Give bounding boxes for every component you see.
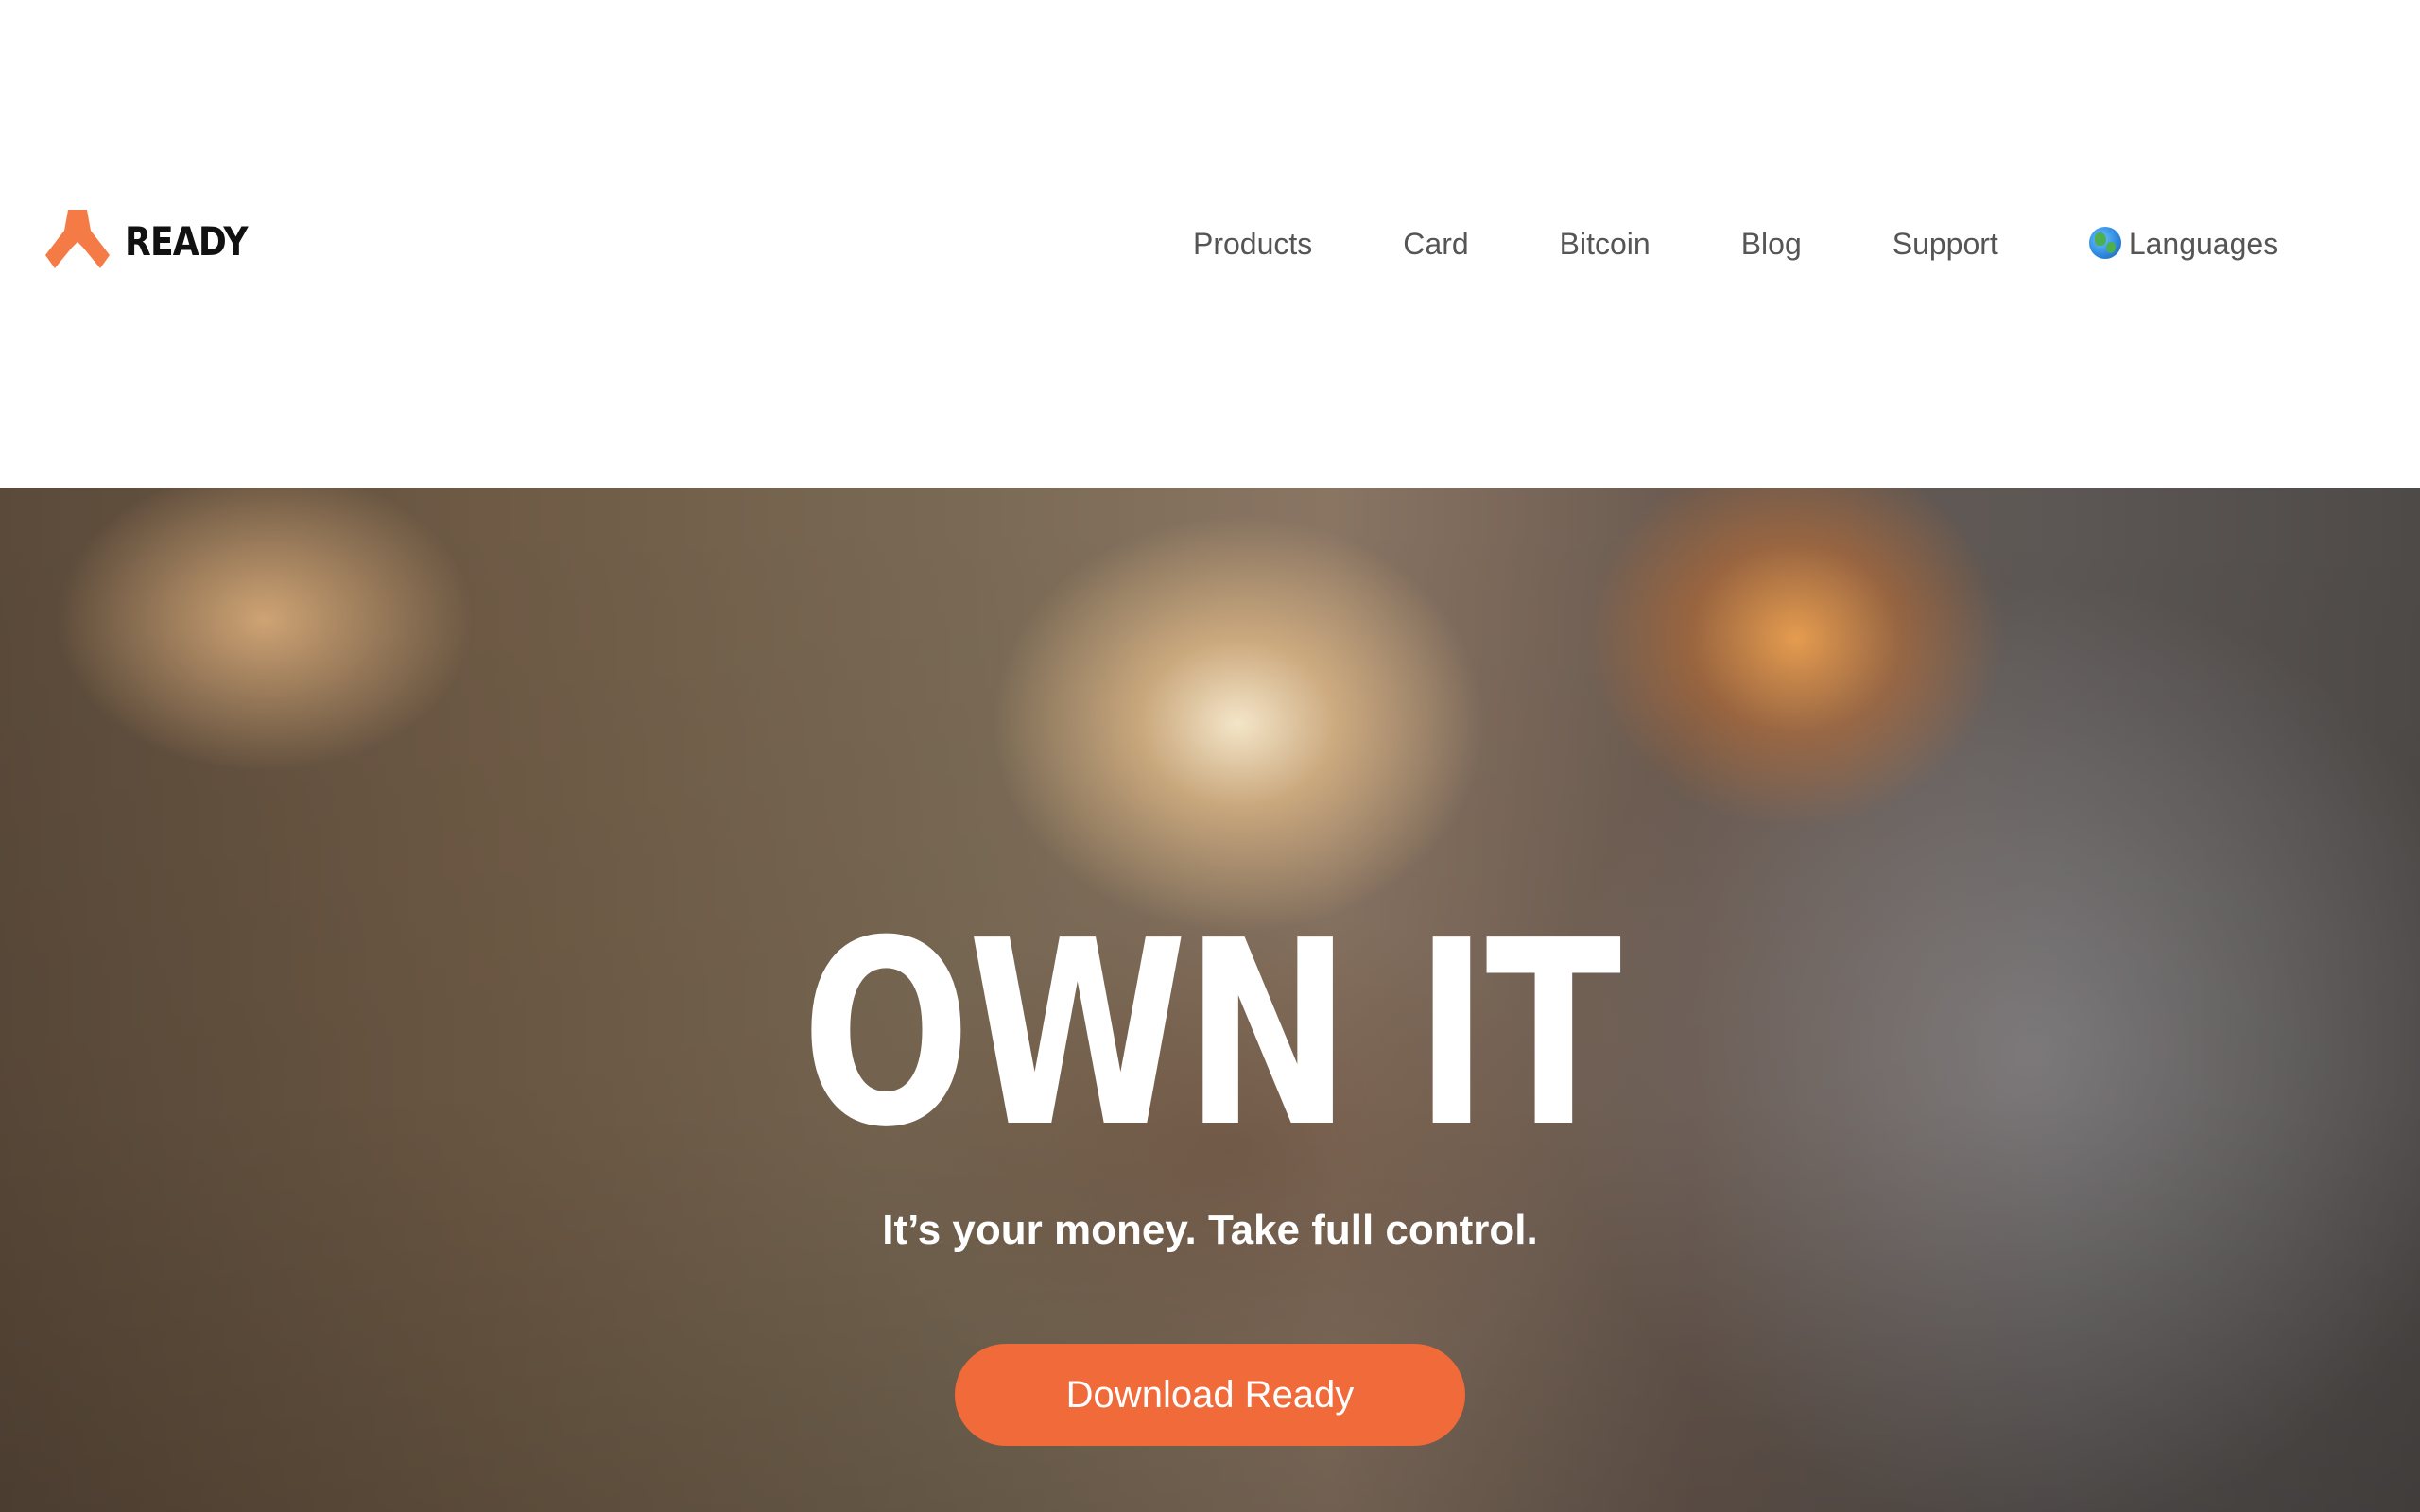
nav-languages[interactable]: Languages bbox=[2088, 219, 2279, 268]
hero-section: OWN IT It’s your money. Take full contro… bbox=[0, 488, 2420, 1512]
ready-logo[interactable]: READY bbox=[43, 210, 268, 272]
nav-bitcoin[interactable]: Bitcoin bbox=[1560, 219, 1651, 268]
ready-logo-icon bbox=[45, 210, 110, 268]
site-header: READY Products Card Bitcoin Blog Support… bbox=[0, 0, 2420, 488]
hero-title: OWN IT bbox=[801, 885, 1621, 1183]
logo-text: READY bbox=[125, 217, 249, 265]
nav-card[interactable]: Card bbox=[1403, 219, 1468, 268]
nav-products[interactable]: Products bbox=[1193, 219, 1312, 268]
globe-icon bbox=[2088, 227, 2121, 259]
nav-blog[interactable]: Blog bbox=[1741, 219, 1802, 268]
download-ready-button[interactable]: Download Ready bbox=[955, 1344, 1465, 1446]
hero-subtitle: It’s your money. Take full control. bbox=[882, 1207, 1538, 1253]
nav-languages-label: Languages bbox=[2128, 227, 2279, 261]
nav-support[interactable]: Support bbox=[1893, 219, 1998, 268]
main-nav: Products Card Bitcoin Blog Support Langu… bbox=[1193, 219, 2278, 268]
